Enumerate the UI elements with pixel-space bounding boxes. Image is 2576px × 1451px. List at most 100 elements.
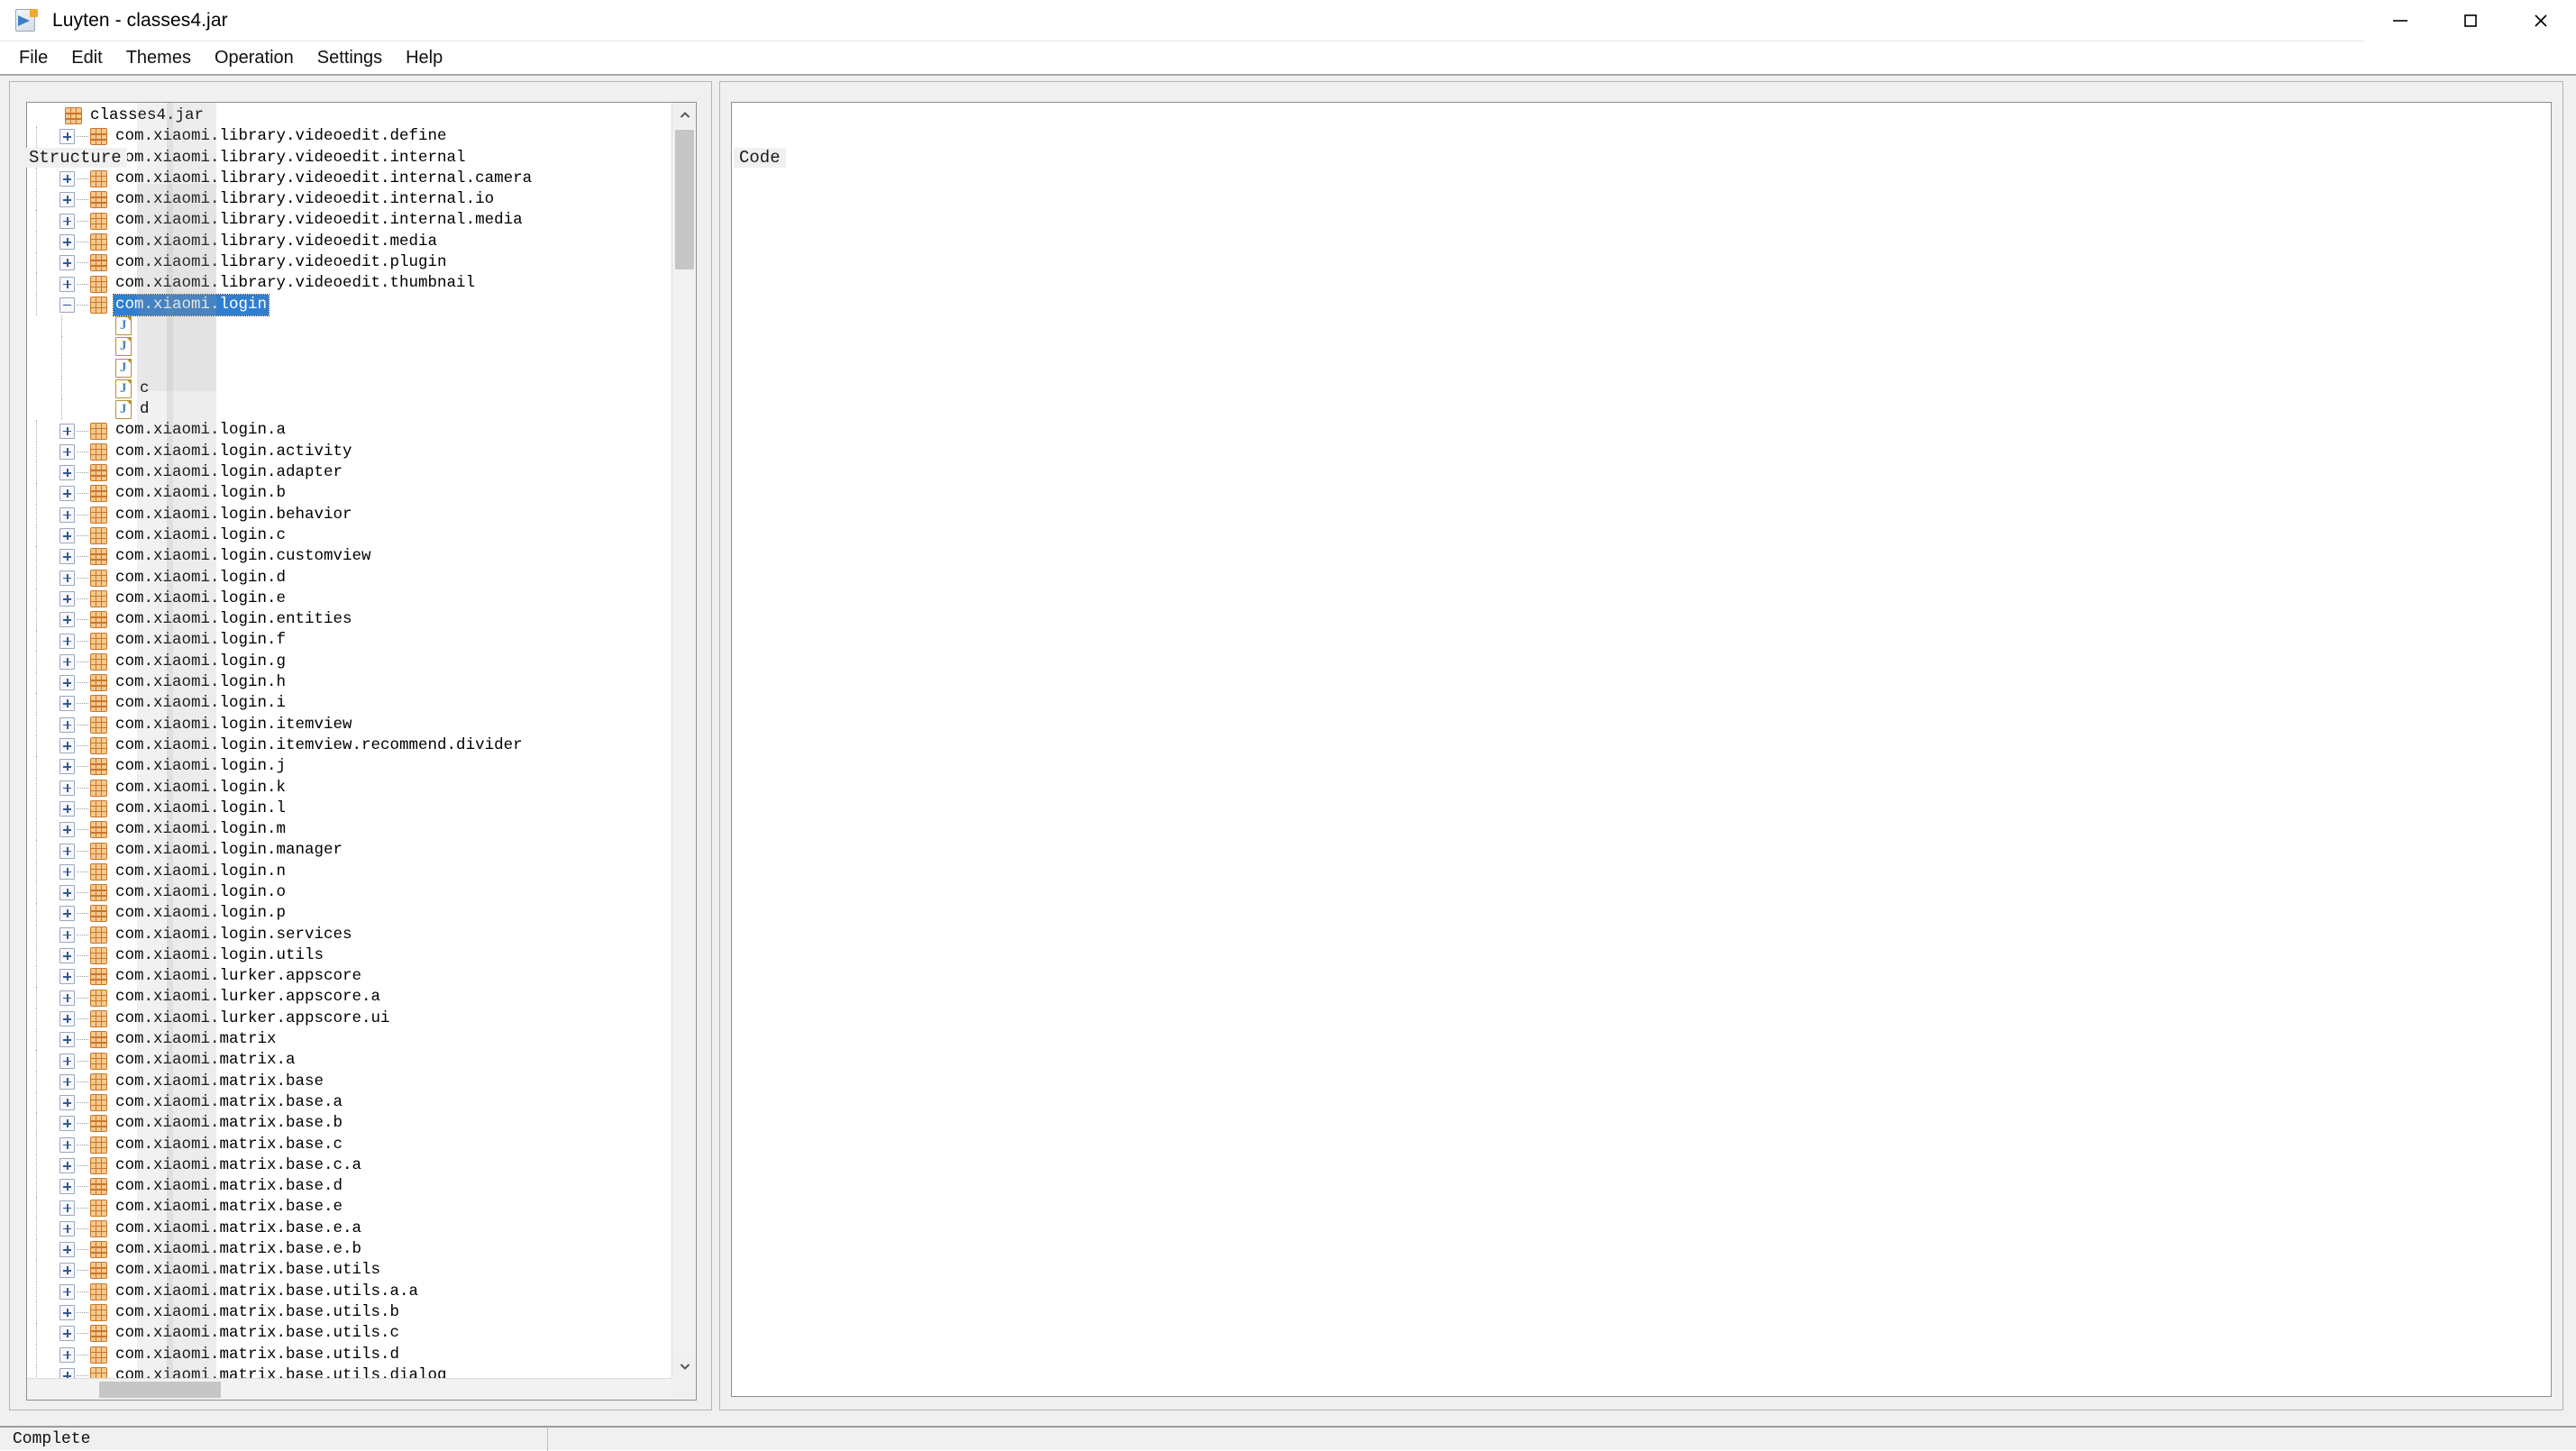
tree-row[interactable]: com.xiaomi.matrix.base.c.a	[27, 1154, 671, 1177]
expand-icon[interactable]	[59, 276, 75, 292]
menu-item-settings[interactable]: Settings	[306, 45, 394, 71]
expand-icon[interactable]	[59, 213, 75, 229]
tree-row[interactable]: com.xiaomi.lurker.appscore.ui	[27, 1008, 671, 1030]
expand-icon[interactable]	[59, 443, 75, 460]
expand-icon[interactable]	[59, 1116, 75, 1132]
tree-row[interactable]: com.xiaomi.library.videoedit.media	[27, 231, 671, 253]
expand-icon[interactable]	[59, 528, 75, 544]
expand-icon[interactable]	[59, 759, 75, 775]
expand-icon[interactable]	[59, 1179, 75, 1195]
expand-icon[interactable]	[59, 171, 75, 187]
tree-row[interactable]: com.xiaomi.login.m	[27, 819, 671, 841]
expand-icon[interactable]	[59, 506, 75, 523]
tree-row[interactable]: com.xiaomi.matrix.base.b	[27, 1113, 671, 1135]
expand-icon[interactable]	[59, 590, 75, 607]
tree-row[interactable]: com.xiaomi.login.g	[27, 651, 671, 673]
tree-viewport[interactable]: classes4.jar com.xiaomi.library.videoedit…	[27, 103, 671, 1378]
tree-row[interactable]: com.xiaomi.login.p	[27, 903, 671, 925]
tree-row-selected[interactable]: com.xiaomi.login	[27, 293, 671, 316]
expand-icon[interactable]	[59, 1032, 75, 1048]
tree-row[interactable]: com.xiaomi.login.entities	[27, 609, 671, 631]
close-button[interactable]	[2506, 0, 2576, 41]
expand-icon[interactable]	[59, 800, 75, 817]
expand-icon[interactable]	[59, 192, 75, 208]
expand-icon[interactable]	[59, 948, 75, 964]
tree-row[interactable]: com.xiaomi.login.k	[27, 777, 671, 799]
expand-icon[interactable]	[59, 926, 75, 943]
tree-row[interactable]: com.xiaomi.login.behavior	[27, 504, 671, 525]
menu-item-help[interactable]: Help	[394, 45, 454, 71]
expand-icon[interactable]	[59, 255, 75, 271]
tree-row[interactable]: com.xiaomi.login.j	[27, 756, 671, 778]
tree-row[interactable]: com.xiaomi.login.itemview	[27, 714, 671, 735]
tree-row[interactable]: com.xiaomi.login.manager	[27, 840, 671, 862]
tree-row[interactable]: com.xiaomi.login.customview	[27, 546, 671, 568]
tree-row[interactable]: J	[27, 357, 671, 379]
tree-row[interactable]: com.xiaomi.login.d	[27, 567, 671, 589]
expand-icon[interactable]	[59, 990, 75, 1006]
maximize-button[interactable]	[2435, 0, 2506, 41]
tree-row[interactable]: com.xiaomi.library.videoedit.plugin	[27, 252, 671, 274]
expand-icon[interactable]	[59, 969, 75, 985]
expand-icon[interactable]	[59, 570, 75, 586]
tree-horizontal-scrollbar[interactable]	[27, 1378, 671, 1400]
tree-row[interactable]: com.xiaomi.login.i	[27, 693, 671, 715]
expand-icon[interactable]	[59, 716, 75, 733]
expand-icon[interactable]	[59, 633, 75, 649]
expand-icon[interactable]	[59, 696, 75, 712]
expand-icon[interactable]	[59, 1367, 75, 1378]
tree-row[interactable]: classes4.jar	[27, 105, 671, 126]
expand-icon[interactable]	[59, 1053, 75, 1069]
scroll-up-icon[interactable]	[672, 103, 696, 127]
expand-icon[interactable]	[59, 1326, 75, 1342]
tree-row[interactable]: com.xiaomi.matrix.base.d	[27, 1176, 671, 1198]
tree-row[interactable]: com.xiaomi.matrix.base.utils.d	[27, 1344, 671, 1365]
menu-item-themes[interactable]: Themes	[114, 45, 203, 71]
expand-icon[interactable]	[59, 1263, 75, 1279]
tree-row[interactable]: com.xiaomi.matrix.base.utils.c	[27, 1323, 671, 1345]
tree-row[interactable]: com.xiaomi.matrix.base	[27, 1071, 671, 1092]
menu-item-file[interactable]: File	[7, 45, 59, 71]
tree-row[interactable]: com.xiaomi.login.l	[27, 798, 671, 820]
menu-item-operation[interactable]: Operation	[203, 45, 306, 71]
code-editor-area[interactable]	[731, 102, 2552, 1397]
expand-icon[interactable]	[59, 1200, 75, 1216]
tree-row[interactable]: com.xiaomi.login.services	[27, 924, 671, 945]
expand-icon[interactable]	[59, 675, 75, 691]
tree-row[interactable]: Jd	[27, 399, 671, 421]
tree-row[interactable]: com.xiaomi.matrix.base.a	[27, 1091, 671, 1114]
expand-icon[interactable]	[59, 1073, 75, 1090]
expand-icon[interactable]	[59, 843, 75, 859]
tree-row[interactable]: com.xiaomi.login.adapter	[27, 462, 671, 484]
expand-icon[interactable]	[59, 1242, 75, 1258]
expand-icon[interactable]	[59, 1157, 75, 1173]
tree-row[interactable]: com.xiaomi.login.activity	[27, 441, 671, 463]
expand-icon[interactable]	[59, 1136, 75, 1153]
tree-row[interactable]: com.xiaomi.library.videoedit.internal.io	[27, 189, 671, 211]
tree-row[interactable]: com.xiaomi.matrix.base.e.a	[27, 1218, 671, 1240]
tree-row[interactable]: com.xiaomi.library.videoedit.internal.ca…	[27, 168, 671, 190]
tree-row[interactable]: com.xiaomi.login.e	[27, 588, 671, 610]
expand-icon[interactable]	[59, 465, 75, 481]
tree-row[interactable]: Jc	[27, 378, 671, 400]
expand-icon[interactable]	[59, 129, 75, 145]
tree-row[interactable]: com.xiaomi.matrix.base.e.b	[27, 1239, 671, 1261]
tree-row[interactable]: com.xiaomi.library.videoedit.internal.me…	[27, 210, 671, 232]
expand-icon[interactable]	[59, 1095, 75, 1111]
tree-row[interactable]: com.xiaomi.library.videoedit.define	[27, 126, 671, 148]
tree-hscroll-thumb[interactable]	[99, 1382, 221, 1398]
tree-row[interactable]: com.xiaomi.matrix.base.utils	[27, 1260, 671, 1282]
expand-icon[interactable]	[59, 780, 75, 796]
tree-row[interactable]: com.xiaomi.matrix.base.utils.dialog	[27, 1364, 671, 1378]
tree-row[interactable]: com.xiaomi.login.h	[27, 672, 671, 694]
tree-row[interactable]: com.xiaomi.matrix.base.utils.b	[27, 1301, 671, 1324]
package-tree[interactable]: classes4.jar com.xiaomi.library.videoedit…	[27, 103, 671, 1378]
tree-row[interactable]: com.xiaomi.library.videoedit.thumbnail	[27, 273, 671, 295]
tree-row[interactable]: com.xiaomi.matrix	[27, 1029, 671, 1051]
tree-vertical-scrollbar[interactable]	[671, 103, 696, 1378]
tree-row[interactable]: com.xiaomi.login.n	[27, 861, 671, 882]
scroll-down-icon[interactable]	[672, 1354, 696, 1378]
expand-icon[interactable]	[59, 906, 75, 922]
tree-row[interactable]: com.xiaomi.login.utils	[27, 945, 671, 967]
tree-row[interactable]: com.xiaomi.login.c	[27, 525, 671, 547]
